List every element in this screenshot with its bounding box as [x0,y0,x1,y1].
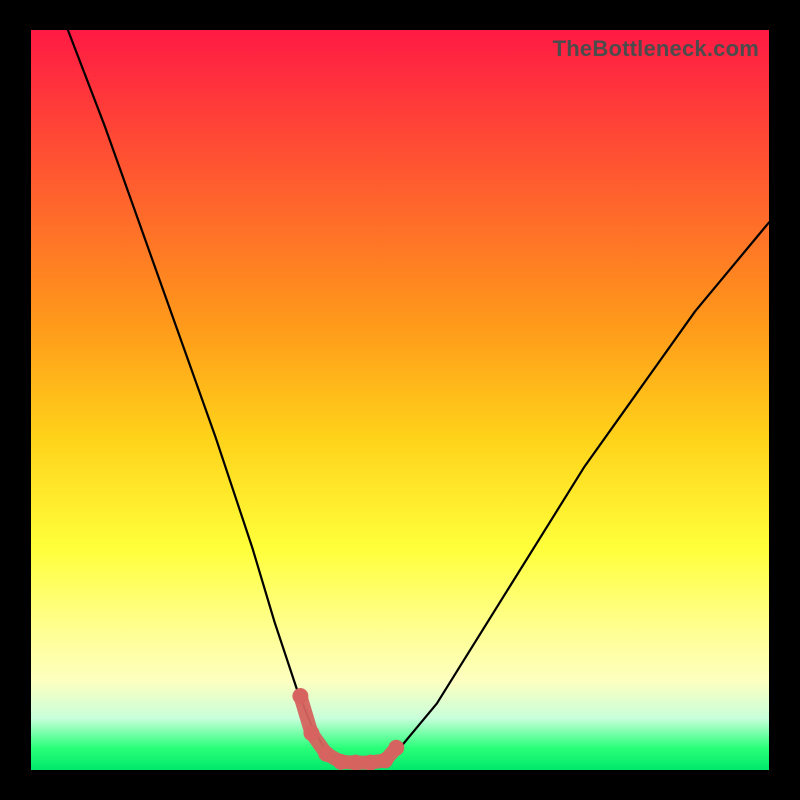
highlight-dot [388,740,404,756]
curve-svg [31,30,769,770]
chart-frame: TheBottleneck.com [0,0,800,800]
highlight-dot [318,746,334,762]
plot-area: TheBottleneck.com [31,30,769,770]
highlight-dot [377,752,393,768]
bottleneck-curve [68,30,769,763]
highlight-dot [362,755,378,770]
highlight-dot [303,725,319,741]
highlight-dot [292,688,308,704]
highlight-dot [333,754,349,770]
highlight-dot [348,755,364,770]
